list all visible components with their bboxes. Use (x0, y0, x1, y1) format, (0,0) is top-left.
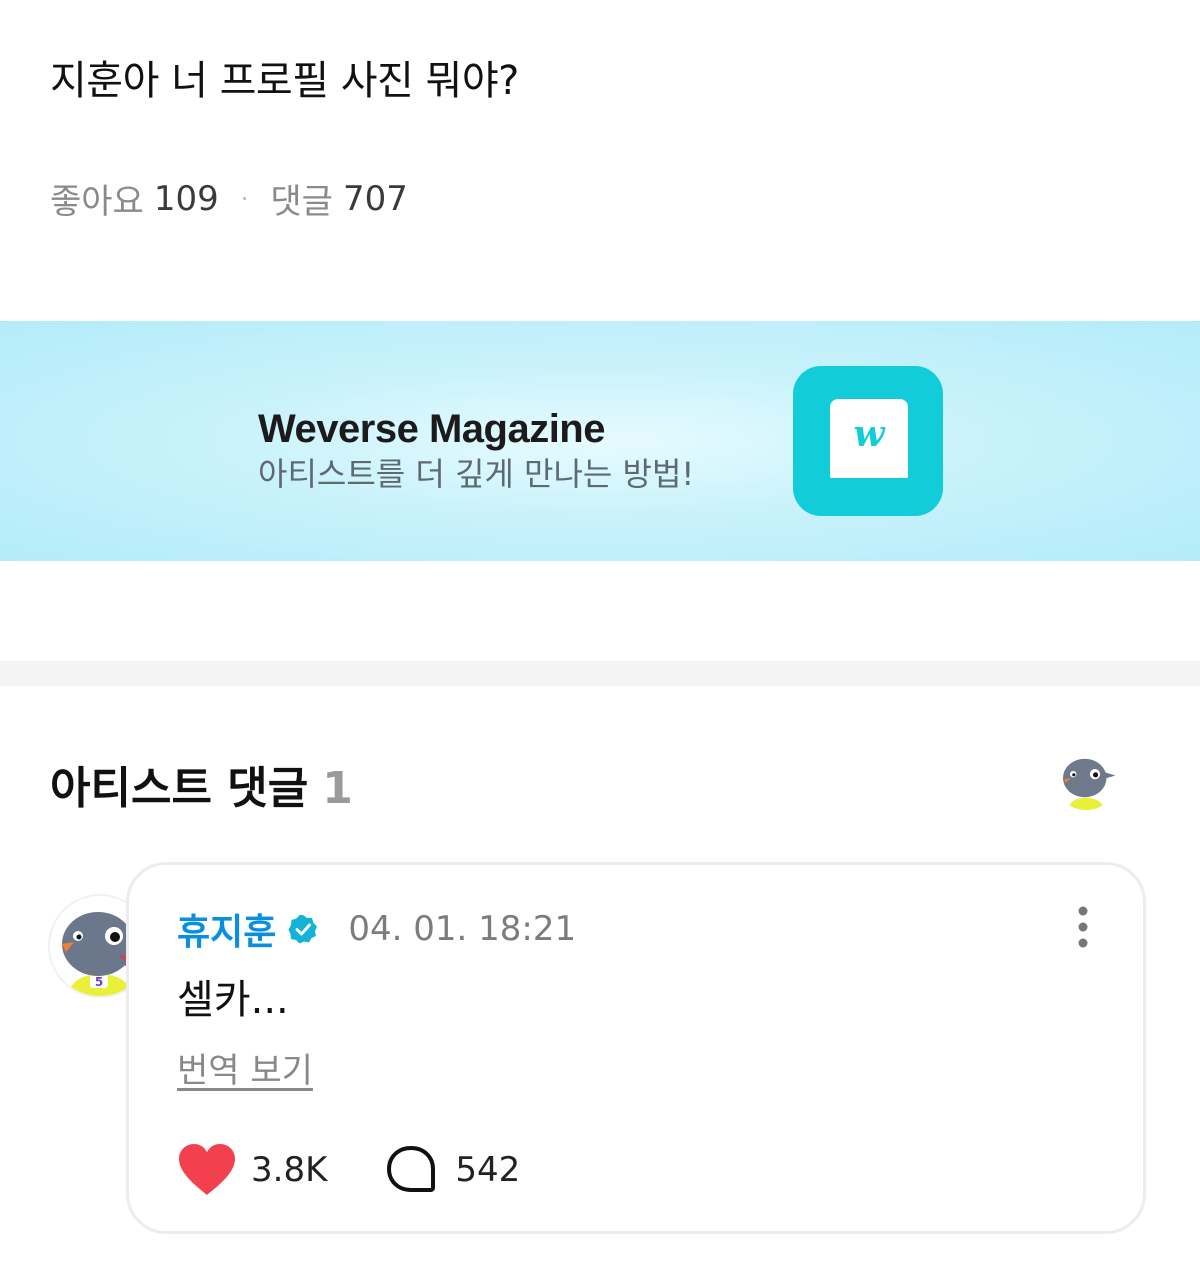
weverse-magazine-banner[interactable]: Weverse Magazine 아티스트를 더 깊게 만나는 방법! w (0, 321, 1200, 561)
banner-icon-letter: w (854, 413, 887, 455)
comments-count: 707 (342, 178, 408, 219)
artist-comments-title: 아티스트 댓글 (50, 763, 309, 814)
translate-link[interactable]: 번역 보기 (177, 1043, 313, 1092)
comment-header: 휴지훈 04. 01. 18:21 (177, 903, 576, 955)
comment-text: 셀카... (177, 977, 289, 1023)
post-title: 지훈아 너 프로필 사진 뭐야? (50, 58, 519, 104)
banner-title: Weverse Magazine (258, 407, 605, 451)
stats-separator: · (240, 184, 249, 213)
heart-icon[interactable] (177, 1143, 237, 1197)
artist-avatar-small[interactable] (1054, 746, 1118, 810)
like-count: 3.8K (251, 1150, 328, 1190)
more-options-icon[interactable] (1073, 905, 1093, 949)
comment-timestamp: 04. 01. 18:21 (348, 909, 577, 949)
comment-actions: 3.8K 542 (177, 1143, 520, 1197)
likes-label: 좋아요 (50, 182, 144, 222)
artist-comment-card: 휴지훈 04. 01. 18:21 셀카... 번역 보기 3.8K 542 (126, 862, 1146, 1234)
reply-bubble-icon[interactable] (385, 1144, 437, 1196)
reply-count: 542 (455, 1150, 521, 1190)
section-divider (0, 661, 1200, 686)
banner-subtitle: 아티스트를 더 깊게 만나는 방법! (258, 455, 695, 493)
comment-author-name[interactable]: 휴지훈 (177, 903, 276, 955)
verified-badge-icon (288, 915, 318, 944)
post-stats: 좋아요 109 · 댓글 707 (50, 174, 408, 223)
comments-label: 댓글 (270, 182, 333, 222)
artist-comments-heading: 아티스트 댓글 1 (50, 752, 353, 816)
avatar-jersey-number: 5 (95, 975, 103, 989)
artist-comments-count: 1 (322, 763, 353, 814)
weverse-magazine-book-icon: w (793, 366, 943, 516)
likes-count: 109 (153, 178, 219, 219)
